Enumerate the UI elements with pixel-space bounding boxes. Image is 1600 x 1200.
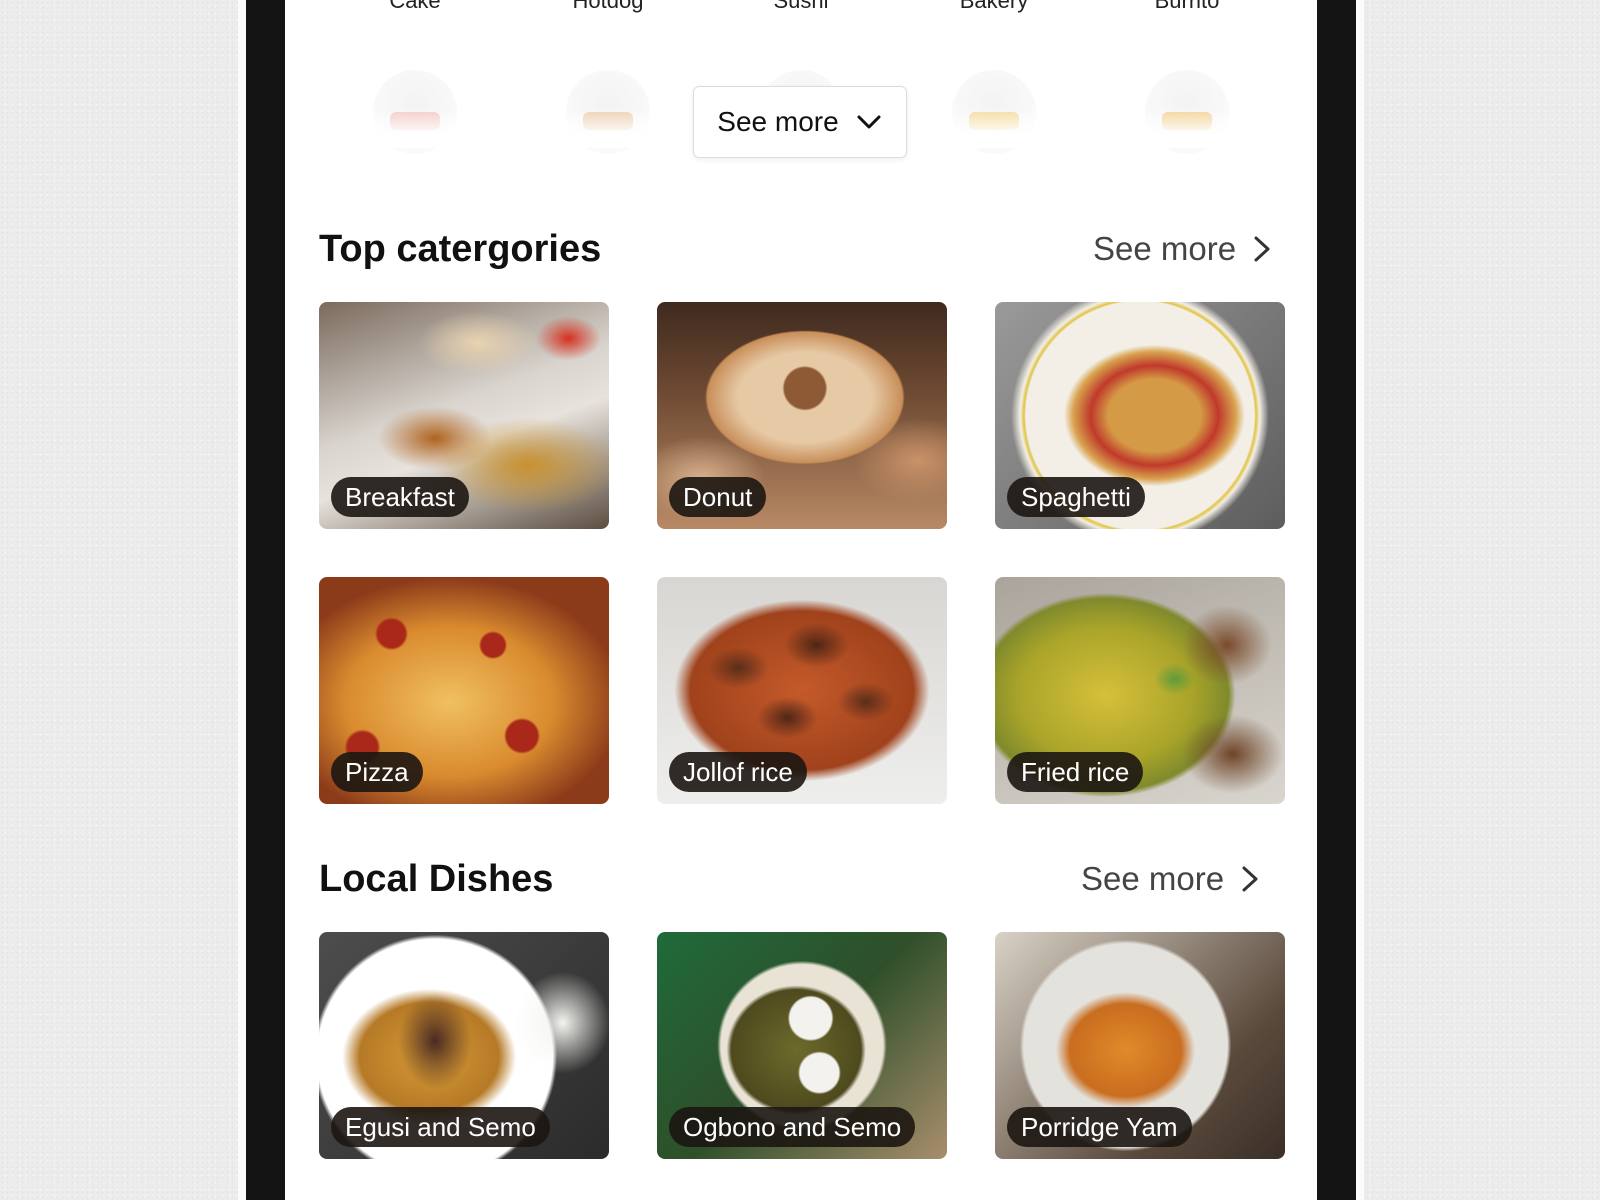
chevron-right-icon [1254,236,1270,262]
category-card-pizza[interactable]: Pizza [319,577,609,804]
top-categories-title: Top catergories [319,228,602,270]
chevron-down-icon [857,115,881,129]
category-card-spaghetti[interactable]: Spaghetti [995,302,1285,529]
mini-category-label-cake[interactable]: Cake [345,0,485,14]
category-card-donut[interactable]: Donut [657,302,947,529]
mini-category-label-hotdog[interactable]: Hotdog [538,0,678,14]
category-card-label: Pizza [331,752,423,792]
mini-category-label-bakery[interactable]: Bakery [924,0,1064,14]
category-card-label: Spaghetti [1007,477,1145,517]
see-more-dropdown-button[interactable]: See more [693,86,907,158]
category-card-label: Fried rice [1007,752,1144,792]
dish-card-label: Porridge Yam [1007,1107,1192,1147]
category-card-label: Donut [669,477,767,517]
top-categories-see-more-link[interactable]: See more [1093,230,1274,268]
local-dishes-title: Local Dishes [319,858,554,900]
top-categories-see-more-label: See more [1093,230,1237,267]
see-more-dropdown-label: See more [717,106,839,137]
dish-card-porridge-yam[interactable]: Porridge Yam [995,932,1285,1159]
category-card-label: Jollof rice [669,752,807,792]
mini-category-label-burrito[interactable]: Burrito [1117,0,1257,14]
category-card-label: Breakfast [331,477,469,517]
local-dishes-see-more-link[interactable]: See more [1081,860,1262,898]
dish-card-label: Egusi and Semo [331,1107,550,1147]
category-card-fried-rice[interactable]: Fried rice [995,577,1285,804]
dish-card-ogbono-and-semo[interactable]: Ogbono and Semo [657,932,947,1159]
chevron-right-icon [1242,866,1258,892]
local-dishes-see-more-label: See more [1081,860,1225,897]
app-screen: Cake Hotdog Sushi Bakery Burrito See mor… [285,0,1317,1200]
dish-card-label: Ogbono and Semo [669,1107,916,1147]
mini-category-label-sushi[interactable]: Sushi [731,0,871,14]
category-card-jollof-rice[interactable]: Jollof rice [657,577,947,804]
category-card-breakfast[interactable]: Breakfast [319,302,609,529]
dish-card-egusi-and-semo[interactable]: Egusi and Semo [319,932,609,1159]
mini-category-labels: Cake Hotdog Sushi Bakery Burrito [285,0,1317,28]
